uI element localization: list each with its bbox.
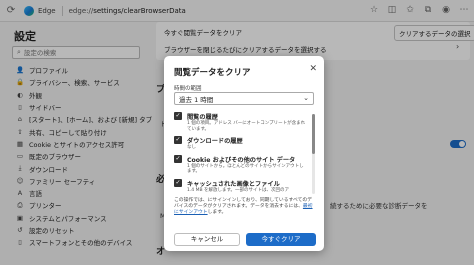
checkbox-checked-icon[interactable]: ✓ [174,112,182,120]
checkbox-item-download-history[interactable]: ✓ ダウンロードの履歴 なし [174,136,310,151]
checkbox-desc: なし [187,145,196,150]
checkbox-desc: ています。 [187,126,210,132]
checkbox-item-browsing-history[interactable]: ✓ 閲覧の履歴 1 個の項目。アドレス バーにオートコンプリートが含まれ ていま… [174,112,310,132]
data-type-list: ✓ 閲覧の履歴 1 個の項目。アドレス バーにオートコンプリートが含まれ ていま… [174,112,310,194]
checkbox-checked-icon[interactable]: ✓ [174,178,182,187]
checkbox-title: キャッシュされた画像とファイル [187,180,280,188]
checkbox-title: Cookie およびその他のサイト データ [187,156,296,164]
checkbox-desc: ます。 [187,169,201,174]
checkbox-desc: 1.4 MB を解放します。一部のサイトは、次回のア [187,187,290,193]
checkbox-title: ダウンロードの履歴 [187,138,243,145]
dialog-title: 閲覧データをクリア [174,68,251,78]
close-icon[interactable]: ✕ [309,64,317,74]
checkbox-checked-icon[interactable]: ✓ [174,136,182,144]
note-text: この操作では、 [174,198,208,203]
scrollbar-thumb[interactable] [312,114,315,154]
sync-note: この操作では、にサインインしており、同期しているすべてのデバイスのデータがクリア… [174,198,316,216]
checkbox-title: 閲覧の履歴 [187,114,218,121]
chevron-down-icon: ⌄ [303,94,309,102]
checkbox-desc: 1 個のサイトから。ほとんどのサイトからサインアウトし [187,163,304,169]
time-range-value: 過去 1 時間 [179,95,214,104]
checkbox-desc: 1 個の項目。アドレス バーにオートコンプリートが含まれ [187,121,306,126]
time-range-label: 時間の範囲 [174,86,202,92]
time-range-select[interactable]: 過去 1 時間 ⌄ [174,92,314,105]
clear-browsing-data-dialog: 閲覧データをクリア ✕ 時間の範囲 過去 1 時間 ⌄ ✓ 閲覧の履歴 1 個の… [164,56,324,251]
note-text: します。 [207,210,227,215]
checkbox-item-cached-images[interactable]: ✓ キャッシュされた画像とファイル 1.4 MB を解放します。一部のサイトは、… [174,178,310,194]
checkbox-item-cookies[interactable]: ✓ Cookie およびその他のサイト データ 1 個のサイトから。ほとんどのサ… [174,154,310,175]
note-text: データを消去するには、 [250,204,303,209]
checkbox-checked-icon[interactable]: ✓ [174,154,182,163]
dialog-scrollbar[interactable] [312,114,315,194]
clear-now-button[interactable]: 今すぐクリア [246,233,316,246]
cancel-button[interactable]: キャンセル [174,233,240,246]
